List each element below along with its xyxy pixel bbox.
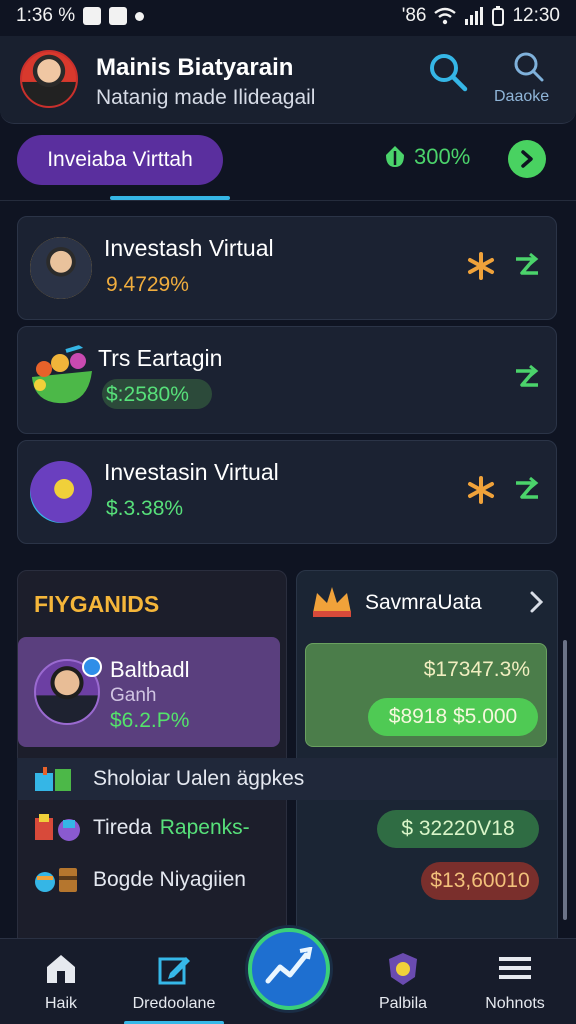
scrollbar[interactable] [563,640,567,920]
investor-avatar [30,237,92,299]
swap-arrows-icon[interactable] [512,475,542,505]
list-item[interactable]: Sholoiar Ualen ägpkes [17,758,557,800]
investment-title: Investasin Virtual [104,459,279,485]
star-burst-icon[interactable] [466,475,496,505]
home-icon [47,955,75,983]
verified-badge-icon [82,657,102,677]
profile-subtitle: Ganh [110,685,157,706]
user-name: Mainis Biatyarain [96,54,294,81]
list-item-label: Tireda [93,816,152,839]
investment-card[interactable]: Investash Virtual 9.4729% [17,216,557,320]
nav-item-home[interactable]: Haik [28,939,94,1024]
search-secondary-icon[interactable] [510,50,546,86]
nav-item-menu[interactable]: Nohnots [474,939,556,1024]
status-bar: 1:36 % '86 12:30 [0,0,576,32]
subheader-bar: Inveiaba Virttah 300% [0,124,576,200]
investment-card[interactable]: Investasin Virtual $.3.38% [17,440,557,544]
nav-label: Dredoolane [132,995,216,1012]
profile-name: Baltbadl [110,657,190,682]
investment-title: Trs Eartagin [98,345,223,371]
savings-card[interactable]: $17347.3% $8918 $5.000 [305,643,547,747]
investment-value: 9.4729% [106,273,189,296]
swap-arrows-icon[interactable] [512,363,542,393]
investment-card[interactable]: Trs Eartagin $:2580% [17,326,557,434]
profile-value: $6.2.P% [110,709,190,732]
signal-strength-text: '86 [401,5,427,26]
vr-badge-icon [30,461,92,523]
savings-value: $17347.3% [423,658,530,681]
next-button[interactable] [508,140,546,178]
amount-pill: $13,60010 [421,862,539,900]
user-subtitle: Natanig made Ilideagail [96,86,316,109]
profile-card[interactable]: Baltbadl Ganh $6.2.P% [18,637,280,747]
list-item-label: Bogde Niyagiien [93,868,246,891]
gain-percent-value: 300% [414,144,471,169]
nav-item-portfolio[interactable]: Palbila [366,939,440,1024]
avatar[interactable] [20,50,78,108]
cell-signal-icon [465,7,484,25]
portfolio-tab-pill[interactable]: Inveiaba Virttah [17,135,223,185]
trade-fab-button[interactable] [248,928,330,1010]
list-item[interactable]: Bogde Niyagiien $13,60010 [17,854,557,906]
chart-pen-icon [265,947,313,984]
savings-amount-pill: $8918 $5.000 [368,698,538,736]
panel-title: SavmraUata [365,591,482,614]
investment-value: $.3.38% [106,497,184,520]
basket-icon [32,343,92,404]
menu-icon [499,957,531,979]
investment-title: Investash Virtual [104,235,274,261]
list-item-label: Sholoiar Ualen ägpkes [93,767,305,790]
dot-icon [135,11,145,21]
nav-item-dashboard[interactable]: Dredoolane [120,939,228,1024]
wifi-icon [434,7,457,25]
amount-pill: $ 32220V18 [377,810,539,848]
list-item[interactable]: Tireda Rapenks- $ 32220V18 [17,802,557,854]
chevron-right-icon[interactable] [527,589,547,615]
swap-arrows-icon[interactable] [512,251,542,281]
notification-icon [83,7,102,25]
edit-icon [158,957,190,985]
nav-label: Nohnots [485,995,545,1012]
divider [0,200,576,201]
battery-icon [492,6,505,26]
gift-icon [35,767,71,791]
header-right-label[interactable]: Daaoke [494,88,549,106]
shield-icon [389,953,417,985]
search-icon[interactable] [428,52,468,92]
nav-label: Haik [44,995,77,1012]
status-time: 1:36 % [16,5,76,26]
investment-value: $:2580% [106,383,189,406]
gain-percent: 300% [384,144,470,170]
crown-icon [313,587,351,617]
app-notification-icon [109,7,128,25]
app-header: Mainis Biatyarain Natanig made Ilideagai… [0,36,576,124]
leaf-icon [386,146,404,167]
blocks-icon [35,814,80,841]
treasure-icon [35,868,77,892]
panel-title: FIYGANIDS [34,591,160,617]
chevron-right-icon [521,150,533,168]
status-time-right: 12:30 [512,5,560,26]
list-item-sublabel: Rapenks- [159,816,250,839]
star-burst-icon[interactable] [466,251,496,281]
nav-label: Palbila [378,995,428,1012]
